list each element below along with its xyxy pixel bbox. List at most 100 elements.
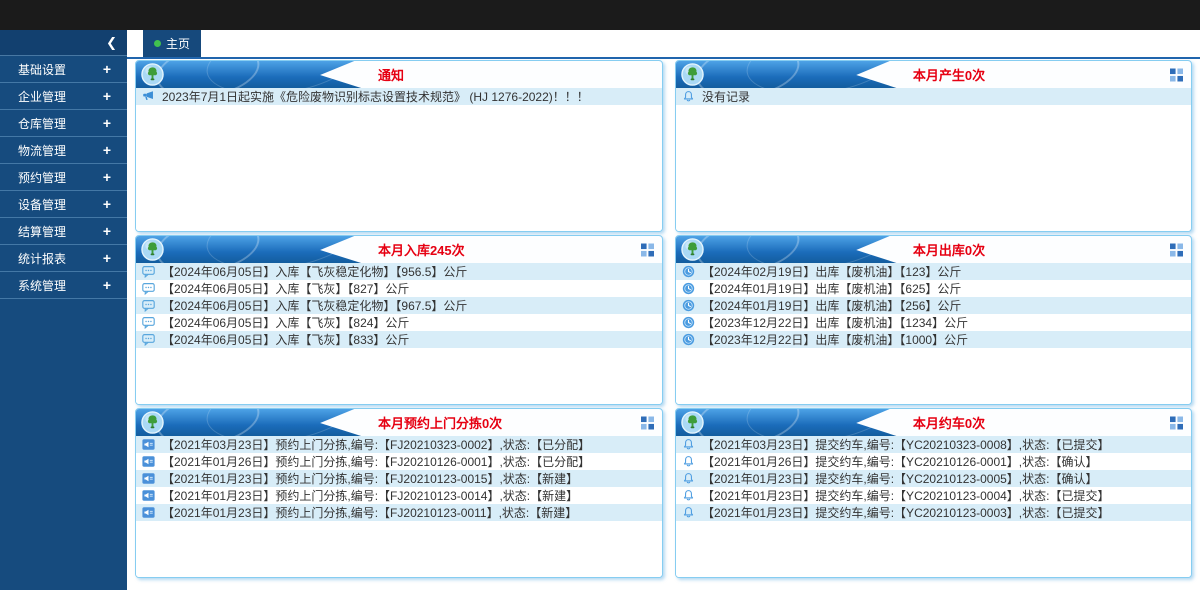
sidebar-item[interactable]: 物流管理+ [0,137,127,164]
list-item[interactable]: 【2024年02月19日】出库【废机油】【123】公斤 [676,263,1191,280]
grid-icon[interactable] [1170,68,1183,81]
list-item[interactable]: 【2021年01月26日】预约上门分拣,编号:【FJ20210126-0001】… [136,453,662,470]
sidebar-collapse-button[interactable]: ❮ [0,30,127,56]
panel-header-banner: 本月预约上门分拣0次 [320,409,662,436]
list-item[interactable]: 2023年7月1日起实施《危险废物识别标志设置技术规范》 (HJ 1276-20… [136,88,662,105]
comment-icon [142,265,156,278]
list-item-text: 【2021年01月23日】提交约车,编号:【YC20210123-0004】,状… [702,487,1109,504]
tab-bar: 主页 [127,30,1200,59]
list-item[interactable]: 【2021年01月23日】预约上门分拣,编号:【FJ20210123-0015】… [136,470,662,487]
bell-icon [682,506,696,519]
list-item-text: 【2021年01月26日】预约上门分拣,编号:【FJ20210126-0001】… [162,453,590,470]
list-item-text: 【2021年03月23日】提交约车,编号:【YC20210323-0008】,状… [702,436,1109,453]
grid-icon[interactable] [1170,416,1183,429]
sidebar-item-label: 仓库管理 [18,115,66,132]
sidebar-item[interactable]: 系统管理 + [0,272,127,299]
sidebar-item[interactable]: 统计报表 + [0,245,127,272]
panel-header-banner: 通知 [320,61,662,88]
list-item-text: 【2021年01月26日】提交约车,编号:【YC20210126-0001】,状… [702,453,1097,470]
plus-expand-icon[interactable]: + [103,88,111,104]
plus-expand-icon[interactable]: + [103,277,111,293]
list-item[interactable]: 【2024年06月05日】入库【飞灰】【824】公斤 [136,314,662,331]
panel-header: 本月约车0次 [676,409,1191,436]
panel-outbound: 本月出库0次【2024年02月19日】出库【废机油】【123】公斤【2024年0… [675,235,1192,405]
list-item-text: 【2024年06月05日】入库【飞灰稳定化物】【956.5】公斤 [162,263,467,280]
globe-tree-icon [681,238,704,261]
panel-produced: 本月产生0次没有记录 [675,60,1192,232]
list-item[interactable]: 【2024年01月19日】出库【废机油】【256】公斤 [676,297,1191,314]
plus-expand-icon[interactable]: + [103,61,111,77]
list-item-text: 【2023年12月22日】出库【废机油】【1234】公斤 [702,314,968,331]
list-item[interactable]: 【2024年01月19日】出库【废机油】【625】公斤 [676,280,1191,297]
list-item[interactable]: 【2024年06月05日】入库【飞灰】【827】公斤 [136,280,662,297]
list-item[interactable]: 【2021年03月23日】提交约车,编号:【YC20210323-0008】,状… [676,436,1191,453]
sidebar-item-label: 结算管理 [18,223,66,240]
list-item[interactable]: 【2023年12月22日】出库【废机油】【1234】公斤 [676,314,1191,331]
panel-header: 本月出库0次 [676,236,1191,263]
list-item-text: 【2021年01月23日】预约上门分拣,编号:【FJ20210123-0015】… [162,470,578,487]
comment-icon [142,316,156,329]
list-item-text: 【2024年06月05日】入库【飞灰】【833】公斤 [162,331,409,348]
panel-header-banner: 本月产生0次 [856,61,1191,88]
sidebar-item[interactable]: 结算管理 + [0,218,127,245]
list-item[interactable]: 【2021年01月23日】提交约车,编号:【YC20210123-0003】,状… [676,504,1191,521]
grid-icon[interactable] [641,243,654,256]
comment-icon [142,299,156,312]
collapse-left-icon: ❮ [106,36,117,49]
list-item[interactable]: 【2021年01月23日】提交约车,编号:【YC20210123-0004】,状… [676,487,1191,504]
sidebar-item[interactable]: 仓库管理 + [0,110,127,137]
list-item[interactable]: 【2021年03月23日】预约上门分拣,编号:【FJ20210323-0002】… [136,436,662,453]
clock-circle-icon [682,282,696,295]
bell-icon [682,455,696,468]
plus-expand-icon[interactable]: + [103,169,111,185]
list-item-text: 【2024年01月19日】出库【废机油】【256】公斤 [702,297,961,314]
list-item[interactable]: 【2024年06月05日】入库【飞灰稳定化物】【956.5】公斤 [136,263,662,280]
tab-home-label: 主页 [166,35,190,52]
plus-expand-icon[interactable]: + [103,196,111,212]
globe-tree-icon [681,63,704,86]
list-item-text: 【2021年01月23日】提交约车,编号:【YC20210123-0005】,状… [702,470,1097,487]
panel-header-banner: 本月约车0次 [856,409,1191,436]
sidebar-menu: 基础设置+企业管理+仓库管理+物流管理+预约管理+设备管理+结算管理+统计报表+… [0,56,127,299]
sidebar-item[interactable]: 设备管理+ [0,191,127,218]
bell-icon [682,90,696,103]
panel-body: 2023年7月1日起实施《危险废物识别标志设置技术规范》 (HJ 1276-20… [136,88,662,231]
clock-circle-icon [682,299,696,312]
globe-tree-icon [141,238,164,261]
horn-square-icon [142,438,156,451]
grid-icon[interactable] [641,416,654,429]
list-item-text: 2023年7月1日起实施《危险废物识别标志设置技术规范》 (HJ 1276-20… [162,88,589,105]
list-item[interactable]: 【2024年06月05日】入库【飞灰】【833】公斤 [136,331,662,348]
plus-expand-icon[interactable]: + [103,250,111,266]
horn-square-icon [142,506,156,519]
list-item-text: 【2024年06月05日】入库【飞灰】【827】公斤 [162,280,409,297]
sidebar-item[interactable]: 基础设置+ [0,56,127,83]
grid-icon[interactable] [1170,243,1183,256]
plus-expand-icon[interactable]: + [103,142,111,158]
list-item[interactable]: 【2021年01月26日】提交约车,编号:【YC20210126-0001】,状… [676,453,1191,470]
horn-square-icon [142,455,156,468]
panel-door-sorting: 本月预约上门分拣0次【2021年03月23日】预约上门分拣,编号:【FJ2021… [135,408,663,578]
globe-tree-icon [141,63,164,86]
tab-home[interactable]: 主页 [143,30,201,57]
list-item[interactable]: 【2021年01月23日】预约上门分拣,编号:【FJ20210123-0011】… [136,504,662,521]
list-item-text: 【2024年01月19日】出库【废机油】【625】公斤 [702,280,961,297]
panels-grid: 通知2023年7月1日起实施《危险废物识别标志设置技术规范》 (HJ 1276-… [135,60,1192,578]
panel-body: 【2024年06月05日】入库【飞灰稳定化物】【956.5】公斤【2024年06… [136,263,662,404]
sidebar-item-label: 统计报表 [18,250,66,267]
list-item[interactable]: 【2024年06月05日】入库【飞灰稳定化物】【967.5】公斤 [136,297,662,314]
panel-body: 【2024年02月19日】出库【废机油】【123】公斤【2024年01月19日】… [676,263,1191,404]
sidebar-item[interactable]: 企业管理 + [0,83,127,110]
panel-header: 通知 [136,61,662,88]
sidebar-item-label: 系统管理 [18,277,66,294]
list-item[interactable]: 【2021年01月23日】预约上门分拣,编号:【FJ20210123-0014】… [136,487,662,504]
plus-expand-icon[interactable]: + [103,115,111,131]
comment-icon [142,282,156,295]
sidebar-item[interactable]: 预约管理+ [0,164,127,191]
dashboard-app: ❮ 基础设置+企业管理+仓库管理+物流管理+预约管理+设备管理+结算管理+统计报… [0,0,1200,600]
plus-expand-icon[interactable]: + [103,223,111,239]
list-item[interactable]: 【2023年12月22日】出库【废机油】【1000】公斤 [676,331,1191,348]
sidebar-item-label: 企业管理 [18,88,66,105]
sidebar: ❮ 基础设置+企业管理+仓库管理+物流管理+预约管理+设备管理+结算管理+统计报… [0,30,127,590]
list-item[interactable]: 【2021年01月23日】提交约车,编号:【YC20210123-0005】,状… [676,470,1191,487]
